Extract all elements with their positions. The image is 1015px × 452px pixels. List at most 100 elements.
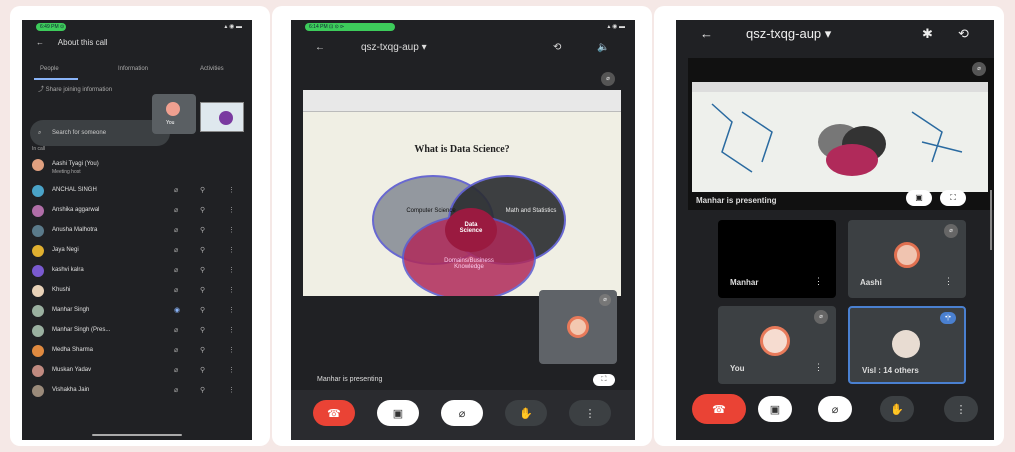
self-view-tile[interactable]: ⌀	[539, 290, 617, 364]
avatar	[32, 185, 44, 197]
avatar	[32, 325, 44, 337]
avatar	[32, 285, 44, 297]
end-call-button[interactable]: ☎	[313, 400, 355, 426]
pin-icon[interactable]: ⚲	[200, 246, 205, 254]
list-item[interactable]: Medha Sharma ⌀ ⚲ ⋮	[30, 343, 250, 359]
speaker-icon[interactable]: 🔈	[597, 42, 609, 53]
switch-camera-icon[interactable]: ⟲	[553, 42, 561, 53]
more-options-icon[interactable]: ⋮	[228, 326, 235, 334]
pin-icon[interactable]: ⚲	[200, 306, 205, 314]
avatar	[760, 326, 790, 356]
participant-role: Meeting host	[52, 169, 81, 175]
more-options-icon[interactable]: ⋮	[228, 266, 235, 274]
pin-icon[interactable]: ⚲	[200, 386, 205, 394]
tab-people[interactable]: People	[40, 66, 59, 72]
pin-icon[interactable]: ⚲	[200, 286, 205, 294]
more-options-icon[interactable]: ⋮	[228, 366, 235, 374]
tile-manhar[interactable]: Manhar ⋮	[718, 220, 836, 298]
pin-icon[interactable]: ⚲	[200, 266, 205, 274]
pin-icon[interactable]: ⚲	[200, 366, 205, 374]
more-options-icon[interactable]: ⋮	[944, 276, 953, 287]
tile-aashi[interactable]: ⌀ Aashi ⋮	[848, 220, 966, 298]
meeting-code[interactable]: qsz-txqg-aup ▾	[361, 42, 427, 53]
participant-name: ANCHAL SINGH	[52, 187, 97, 193]
pin-icon[interactable]: ⚲	[200, 326, 205, 334]
fullscreen-icon[interactable]: ⛶	[940, 190, 966, 206]
raise-hand-button[interactable]: ✋	[880, 396, 914, 422]
presenting-label: Manhar is presenting	[696, 196, 777, 205]
list-item[interactable]: Manhar Singh ◉ ⚲ ⋮	[30, 303, 250, 319]
speaking-indicator-icon: •|•	[940, 312, 956, 324]
search-input[interactable]: ⌕ Search for someone	[30, 120, 170, 146]
section-label: In call	[32, 146, 46, 152]
more-options-icon[interactable]: ⋮	[814, 362, 823, 373]
share-link[interactable]: ⤴ Share joining information	[38, 84, 112, 93]
scroll-indicator[interactable]	[990, 190, 992, 250]
participants-screen: 6:49 PM ⊙ ▴ ◉ ▬ ← About this call People…	[22, 20, 252, 440]
camera-off-button[interactable]: ▣	[377, 400, 419, 426]
tile-you[interactable]: ⌀ You ⋮	[718, 306, 836, 384]
raise-hand-button[interactable]: ✋	[505, 400, 547, 426]
more-options-icon[interactable]: ⋮	[228, 206, 235, 214]
end-call-button[interactable]: ☎	[692, 394, 746, 424]
mic-off-icon: ⌀	[174, 187, 179, 194]
self-pip[interactable]: You	[152, 94, 196, 134]
presenting-label: Manhar is presenting	[317, 376, 383, 383]
list-item[interactable]: Anshika aggarwal ⌀ ⚲ ⋮	[30, 203, 250, 219]
list-item[interactable]: Anusha Malhotra ⌀ ⚲ ⋮	[30, 223, 250, 239]
pin-icon[interactable]: ⚲	[200, 186, 205, 194]
shared-screen-thumb[interactable]	[200, 102, 244, 132]
header-title: About this call	[57, 38, 108, 47]
list-item[interactable]: Muskan Yadav ⌀ ⚲ ⋮	[30, 363, 250, 379]
avatar	[32, 265, 44, 277]
venn-label-domain: Domains/Business Knowledge	[444, 258, 494, 270]
mic-off-icon: ⌀	[174, 387, 179, 394]
participant-name: Aashi Tyagi (You)	[52, 161, 99, 167]
more-options-icon[interactable]: ⋮	[228, 386, 235, 394]
fullscreen-icon[interactable]: ⛶	[593, 374, 615, 386]
tab-information[interactable]: Information	[118, 66, 148, 72]
tab-activities[interactable]: Activities	[200, 66, 224, 72]
stop-share-icon[interactable]: ▣	[906, 190, 932, 206]
bluetooth-icon[interactable]: ✱	[922, 26, 933, 42]
more-options-button[interactable]: ⋮	[569, 400, 611, 426]
list-item[interactable]: Khushi ⌀ ⚲ ⋮	[30, 283, 250, 299]
back-arrow-icon[interactable]: ←	[700, 26, 713, 41]
pin-icon[interactable]: ⚲	[200, 206, 205, 214]
meeting-code[interactable]: qsz-txqg-aup ▾	[746, 26, 831, 42]
active-tab-indicator	[34, 78, 78, 80]
more-options-icon[interactable]: ⋮	[228, 186, 235, 194]
mic-off-icon: ⌀	[174, 227, 179, 234]
pin-icon[interactable]: ⚲	[200, 346, 205, 354]
switch-camera-icon[interactable]: ⟲	[958, 26, 969, 42]
status-bar: 6:14 PM ⊡ ⊙ ⊳ ▴ ◉ ▬	[291, 20, 635, 34]
list-item[interactable]: Manhar Singh (Pres... ⌀ ⚲ ⋮	[30, 323, 250, 339]
avatar	[32, 205, 44, 217]
more-options-button[interactable]: ⋮	[944, 396, 978, 422]
back-arrow-icon[interactable]: ←	[315, 42, 325, 53]
pin-icon[interactable]: ⚲	[200, 226, 205, 234]
presentation-tile[interactable]: ⌀ Manhar is presenting ▣ ⛶	[688, 58, 994, 210]
tile-others[interactable]: •|• Visl : 14 others	[848, 306, 966, 384]
list-item[interactable]: ANCHAL SINGH ⌀ ⚲ ⋮	[30, 183, 250, 199]
more-options-icon[interactable]: ⋮	[228, 306, 235, 314]
participant-name: Anusha Malhotra	[52, 227, 98, 233]
list-item[interactable]: Jaya Negi ⌀ ⚲ ⋮	[30, 243, 250, 259]
more-options-icon[interactable]: ⋮	[814, 276, 823, 287]
more-options-icon[interactable]: ⋮	[228, 346, 235, 354]
list-item[interactable]: Vishakha Jain ⌀ ⚲ ⋮	[30, 383, 250, 399]
more-options-icon[interactable]: ⋮	[228, 226, 235, 234]
list-item-host[interactable]: Aashi Tyagi (You) Meeting host	[30, 157, 250, 179]
camera-off-button[interactable]: ▣	[758, 396, 792, 422]
mic-off-icon: ⌀	[174, 287, 179, 294]
list-item[interactable]: kashvi kalra ⌀ ⚲ ⋮	[30, 263, 250, 279]
venn-label-math: Math and Statistics	[505, 208, 557, 214]
mic-off-button[interactable]: ⌀	[441, 400, 483, 426]
tile-label: Manhar	[730, 278, 759, 287]
back-arrow-icon[interactable]: ←	[36, 38, 44, 47]
avatar	[32, 385, 44, 397]
avatar	[894, 242, 920, 268]
more-options-icon[interactable]: ⋮	[228, 286, 235, 294]
more-options-icon[interactable]: ⋮	[228, 246, 235, 254]
mic-off-button[interactable]: ⌀	[818, 396, 852, 422]
